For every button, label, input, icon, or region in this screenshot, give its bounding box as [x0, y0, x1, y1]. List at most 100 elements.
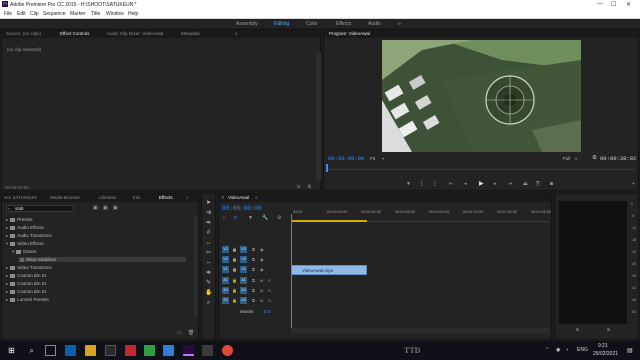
program-fit-dropdown[interactable]: Fit: [370, 156, 375, 161]
panel-overflow-icon[interactable]: »: [186, 195, 189, 200]
tab-project[interactable]: ect: SATUKEUN: [4, 195, 37, 200]
sync-lock-icon[interactable]: ⧉: [252, 288, 255, 293]
rate-stretch-tool-icon[interactable]: ↔: [205, 240, 212, 247]
tab-effect-controls[interactable]: Effect Controls: [60, 31, 89, 36]
chevron-right-icon[interactable]: ▸: [6, 273, 8, 278]
wrench-icon[interactable]: ⚙: [592, 155, 597, 161]
taskbar-date[interactable]: 25/02/2021: [593, 351, 618, 357]
lock-icon[interactable]: 🔒: [232, 288, 237, 293]
panel-menu-icon[interactable]: ≡: [255, 195, 258, 200]
effects-scrollbar[interactable]: [194, 216, 198, 316]
chevron-right-icon[interactable]: ▸: [6, 265, 8, 270]
track-target-button[interactable]: A2: [240, 287, 247, 294]
ripple-edit-tool-icon[interactable]: ⇹: [205, 220, 212, 227]
source-patch-button[interactable]: V3: [222, 246, 229, 253]
tab-info[interactable]: Info: [133, 195, 141, 200]
step-forward-icon[interactable]: ▸: [494, 181, 497, 187]
32bit-effects-icon[interactable]: ▣: [103, 205, 108, 211]
mark-in-icon[interactable]: {: [421, 181, 423, 187]
effects-tree-item[interactable]: ▸ Lumetri Presets: [6, 297, 49, 303]
program-timecode-current[interactable]: 00:00:00:00: [328, 155, 364, 162]
network-icon[interactable]: ◉: [556, 347, 560, 353]
solo-icon[interactable]: S: [268, 278, 271, 283]
sync-lock-icon[interactable]: ⧉: [252, 247, 255, 252]
chevron-down-icon[interactable]: ▾: [6, 241, 8, 246]
menu-window[interactable]: Window: [106, 11, 124, 17]
solo-left-button[interactable]: S: [576, 327, 579, 332]
add-marker-icon[interactable]: ▼: [406, 181, 411, 187]
tab-media-browser[interactable]: Media Browser: [50, 195, 80, 200]
task-view-icon[interactable]: [45, 345, 56, 356]
effects-tree-item[interactable]: ▸ Custom Bin 01: [6, 273, 47, 279]
track-target-button[interactable]: A1: [240, 277, 247, 284]
menu-sequence[interactable]: Sequence: [43, 11, 66, 17]
lock-icon[interactable]: 🔒: [232, 257, 237, 262]
eye-icon[interactable]: ◉: [260, 267, 264, 272]
play-icon[interactable]: ▶: [479, 180, 484, 187]
search-icon[interactable]: ⌕: [26, 345, 37, 356]
sync-lock-icon[interactable]: ⧉: [252, 278, 255, 283]
yuv-effects-icon[interactable]: ▣: [113, 205, 118, 211]
chrome-icon[interactable]: [222, 345, 233, 356]
timeline-timecode[interactable]: 00:00:00:00: [222, 205, 262, 212]
timeline-settings-icon[interactable]: 🔧: [262, 215, 268, 221]
workspace-more-icon[interactable]: »: [398, 21, 401, 27]
app-icon-gray[interactable]: [202, 345, 213, 356]
timeline-horizontal-scrollbar[interactable]: [291, 328, 549, 333]
tab-libraries[interactable]: Libraries: [99, 195, 116, 200]
effects-tree-item[interactable]: ▸ Presets: [6, 217, 33, 223]
lock-icon[interactable]: 🔒: [232, 298, 237, 303]
new-bin-icon[interactable]: ▭: [177, 330, 182, 336]
menu-clip[interactable]: Clip: [30, 11, 39, 17]
effects-search-input[interactable]: ⌕ stab: [6, 205, 74, 212]
solo-icon[interactable]: S: [268, 288, 271, 293]
effects-tree-item[interactable]: ▾ Video Effects: [6, 241, 44, 247]
extract-icon[interactable]: ⎘: [536, 181, 540, 187]
menu-edit[interactable]: Edit: [17, 11, 26, 17]
zoom-tool-icon[interactable]: ⌕: [205, 300, 212, 307]
menu-title[interactable]: Title: [91, 11, 100, 17]
mark-out-icon[interactable]: }: [434, 181, 436, 187]
panel-menu-icon[interactable]: ≡: [235, 31, 238, 36]
track-target-button[interactable]: V1: [240, 266, 247, 273]
add-button-icon[interactable]: +: [632, 181, 635, 187]
track-select-tool-icon[interactable]: ⇉: [205, 210, 212, 217]
source-patch-button[interactable]: V1: [222, 266, 229, 273]
taskbar-lang[interactable]: ENG: [577, 347, 588, 353]
razor-tool-icon[interactable]: ✂: [205, 250, 212, 257]
source-scrollbar[interactable]: [316, 52, 321, 182]
eye-icon[interactable]: ◉: [260, 257, 264, 262]
store-icon[interactable]: [105, 345, 116, 356]
video-clip[interactable]: VideoAwal.mp4: [291, 265, 367, 275]
menu-marker[interactable]: Marker: [70, 11, 86, 17]
tab-audio-clip-mixer[interactable]: Audio Clip Mixer: VideoAwal: [107, 31, 163, 36]
lock-icon[interactable]: 🔒: [232, 278, 237, 283]
workspace-color[interactable]: Color: [306, 21, 318, 27]
maximize-button[interactable]: ☐: [611, 1, 616, 8]
menu-file[interactable]: File: [4, 11, 12, 17]
quality-chevron-down-icon[interactable]: ▾: [575, 156, 577, 161]
source-patch-button[interactable]: A2: [222, 287, 229, 294]
effects-tree-item[interactable]: ▸ Custom Bin 01: [6, 289, 47, 295]
work-area-bar[interactable]: [291, 220, 367, 222]
fit-chevron-down-icon[interactable]: ▾: [382, 156, 384, 161]
mute-icon[interactable]: M: [260, 278, 263, 283]
slide-tool-icon[interactable]: ⇼: [205, 270, 212, 277]
master-volume[interactable]: 0.0: [264, 309, 270, 314]
snap-icon[interactable]: ⎯: [223, 215, 226, 221]
effects-tree-item[interactable]: Warp Stabilizer: [18, 257, 186, 262]
rolling-edit-tool-icon[interactable]: #: [205, 230, 212, 237]
sync-lock-icon[interactable]: ⧉: [252, 267, 255, 272]
chevron-right-icon[interactable]: ▸: [6, 233, 8, 238]
sync-lock-icon[interactable]: ⧉: [252, 298, 255, 303]
app-icon-green[interactable]: [144, 345, 155, 356]
export-frame-icon[interactable]: ◙: [550, 181, 553, 187]
app-icon-red[interactable]: [125, 345, 136, 356]
pen-tool-icon[interactable]: ✎: [205, 280, 212, 287]
lock-icon[interactable]: 🔒: [232, 247, 237, 252]
tab-effects[interactable]: Effects: [159, 195, 173, 200]
trash-icon[interactable]: 🗑: [188, 330, 194, 336]
effects-tree-item[interactable]: ▸ Audio Transitions: [6, 233, 52, 239]
tab-metadata[interactable]: Metadata: [181, 31, 200, 36]
eye-icon[interactable]: ◉: [260, 247, 264, 252]
